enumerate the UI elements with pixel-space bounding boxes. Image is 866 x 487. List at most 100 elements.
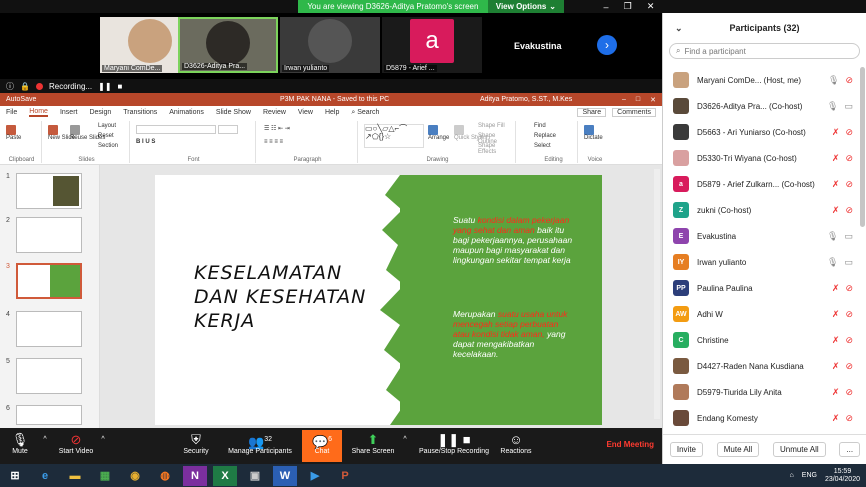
select-button[interactable]: Select	[534, 143, 551, 149]
more-button[interactable]: ...	[839, 442, 861, 457]
video-tile[interactable]: a D5879 - Arief ...	[382, 17, 482, 73]
participant-row[interactable]: D5979-Tiurida Lily Anita ✗ ⊘	[663, 379, 859, 405]
bullets-icon[interactable]: ☰ ☷ ⇤ ⇥	[264, 125, 290, 132]
video-tile-active-speaker[interactable]: D3626-Aditya Pra...	[178, 17, 278, 73]
info-icon[interactable]: ⓘ	[6, 81, 14, 92]
tab-design[interactable]: Design	[89, 109, 111, 116]
chat-button[interactable]: 💬6 Chat	[302, 430, 342, 462]
slide-thumbnail[interactable]	[16, 173, 82, 209]
tab-file[interactable]: File	[6, 109, 17, 116]
pause-stop-recording-button[interactable]: ❚❚ ■ Pause/Stop Recording	[414, 432, 494, 455]
store-icon[interactable]: ▦	[93, 466, 117, 486]
participant-row[interactable]: Maryani ComDe... (Host, me) 🎙 ⊘	[663, 67, 859, 93]
video-options-icon[interactable]: ^	[98, 436, 108, 443]
onenote-icon[interactable]: N	[183, 465, 207, 486]
edge-icon[interactable]: e	[33, 466, 57, 486]
user-name[interactable]: Aditya Pratomo, S.ST., M.Kes	[480, 96, 572, 103]
current-slide[interactable]: KESELAMATAN DAN KESEHATAN KERJA Suatu ko…	[155, 175, 602, 425]
participant-row[interactable]: D5330-Tri Wiyana (Co-host) ✗ ⊘	[663, 145, 859, 171]
slide-thumbnail-selected[interactable]	[16, 263, 82, 299]
arrange-button[interactable]: Arrange	[428, 125, 449, 141]
chrome-icon[interactable]: ◉	[123, 466, 147, 486]
comments-button[interactable]: Comments	[612, 108, 656, 117]
firefox-icon[interactable]: ◍	[153, 466, 177, 486]
maximize-icon[interactable]: □	[636, 96, 640, 104]
share-screen-button[interactable]: ⬆ Share Screen	[350, 432, 396, 455]
language-indicator[interactable]: ENG	[802, 472, 817, 479]
participant-row[interactable]: AW Adhi W ✗ ⊘	[663, 301, 859, 327]
bold-icon[interactable]: B I U S	[136, 139, 155, 145]
slide-thumbnail[interactable]	[16, 405, 82, 425]
autosave-toggle[interactable]: AutoSave	[6, 96, 36, 103]
slide-thumbnail[interactable]	[16, 217, 82, 253]
participant-row[interactable]: a D5879 - Arief Zulkarn... (Co-host) ✗ ⊘	[663, 171, 859, 197]
participant-search[interactable]: ⌕ Find a participant	[669, 43, 860, 59]
search-box[interactable]: ⌕ Search	[351, 109, 379, 117]
close-icon[interactable]: ✕	[647, 1, 655, 12]
tab-animations[interactable]: Animations	[169, 109, 204, 116]
pause-recording-icon[interactable]: ❚❚	[98, 82, 111, 91]
unmute-all-button[interactable]: Unmute All	[772, 442, 826, 457]
maximize-icon[interactable]: ❐	[624, 1, 632, 12]
tab-help[interactable]: Help	[325, 109, 339, 116]
tab-slide-show[interactable]: Slide Show	[216, 109, 251, 116]
next-videos-button[interactable]: ›	[597, 35, 617, 55]
participant-row[interactable]: D5663 - Ari Yuniarso (Co-host) ✗ ⊘	[663, 119, 859, 145]
participant-row[interactable]: PP Paulina Paulina ✗ ⊘	[663, 275, 859, 301]
participant-row[interactable]: Zzukni (Co-host) ✗ ⊘	[663, 197, 859, 223]
clock[interactable]: 15:59 23/04/2020	[825, 468, 860, 484]
participant-row[interactable]: C Christine ✗ ⊘	[663, 327, 859, 353]
participant-row[interactable]: IY Irwan yulianto 🎙 ▭	[663, 249, 859, 275]
video-tile[interactable]: Irwan yulianto	[280, 17, 380, 73]
tab-home[interactable]: Home	[29, 108, 48, 117]
minimize-icon[interactable]: –	[622, 96, 626, 104]
participant-row[interactable]: D3626-Aditya Pra... (Co-host) 🎙 ▭	[663, 93, 859, 119]
word-icon[interactable]: W	[273, 465, 297, 486]
windows-start-icon[interactable]: ⊞	[3, 466, 27, 486]
share-options-icon[interactable]: ^	[400, 436, 410, 443]
view-options-button[interactable]: View Options ⌄	[487, 0, 564, 13]
tab-transitions[interactable]: Transitions	[123, 109, 157, 116]
app-icon[interactable]: ▣	[243, 466, 267, 486]
chevron-down-icon[interactable]: ⌄	[675, 23, 683, 34]
shape-effects-button[interactable]: Shape Effects	[478, 143, 515, 155]
security-button[interactable]: ⛨ Security	[180, 432, 212, 455]
dictate-button[interactable]: Dictate	[584, 125, 603, 141]
mute-all-button[interactable]: Mute All	[716, 442, 760, 457]
zoom-icon[interactable]: ▶	[303, 466, 327, 486]
tab-review[interactable]: Review	[263, 109, 286, 116]
share-button[interactable]: Share	[577, 108, 607, 117]
file-explorer-icon[interactable]: ▬	[63, 466, 87, 486]
font-name-select[interactable]	[136, 125, 216, 134]
participants-scrollbar[interactable]	[860, 67, 865, 227]
section-button[interactable]: Section	[98, 143, 118, 149]
slide-thumbnail[interactable]	[16, 358, 82, 394]
find-button[interactable]: Find	[534, 123, 546, 129]
tab-insert[interactable]: Insert	[60, 109, 78, 116]
close-icon[interactable]: ✕	[650, 96, 656, 104]
participant-row[interactable]: D4427-Raden Nana Kusdiana ✗ ⊘	[663, 353, 859, 379]
paste-button[interactable]: Paste	[6, 125, 21, 141]
minimize-icon[interactable]: –	[604, 2, 609, 12]
align-icon[interactable]: ≡ ≡ ≡ ≡	[264, 139, 283, 145]
font-size-select[interactable]	[218, 125, 238, 134]
video-tile[interactable]: Evakustina	[484, 17, 584, 73]
mute-button[interactable]: 🎙 Mute	[6, 432, 34, 455]
slide-scrollbar[interactable]	[654, 169, 660, 419]
layout-button[interactable]: Layout	[98, 123, 116, 129]
participant-row[interactable]: E Evakustina 🎙 ▭	[663, 223, 859, 249]
wifi-icon[interactable]: ⌂	[790, 472, 794, 479]
shapes-gallery[interactable]: ▭○╲▱△⌐⌒ ↗⬠{}☆	[364, 124, 424, 148]
tab-view[interactable]: View	[298, 109, 313, 116]
reactions-button[interactable]: ☺ Reactions	[498, 432, 534, 455]
reset-button[interactable]: Reset	[98, 133, 114, 139]
audio-options-icon[interactable]: ^	[40, 436, 50, 443]
invite-button[interactable]: Invite	[669, 442, 703, 457]
excel-icon[interactable]: X	[213, 465, 237, 486]
powerpoint-icon[interactable]: P	[333, 466, 357, 486]
stop-recording-icon[interactable]: ■	[118, 82, 123, 91]
end-meeting-button[interactable]: End Meeting	[606, 440, 654, 449]
participant-row[interactable]: Endang Komesty ✗ ⊘	[663, 405, 859, 431]
replace-button[interactable]: Replace	[534, 133, 556, 139]
start-video-button[interactable]: ⊘ Start Video	[56, 432, 96, 455]
